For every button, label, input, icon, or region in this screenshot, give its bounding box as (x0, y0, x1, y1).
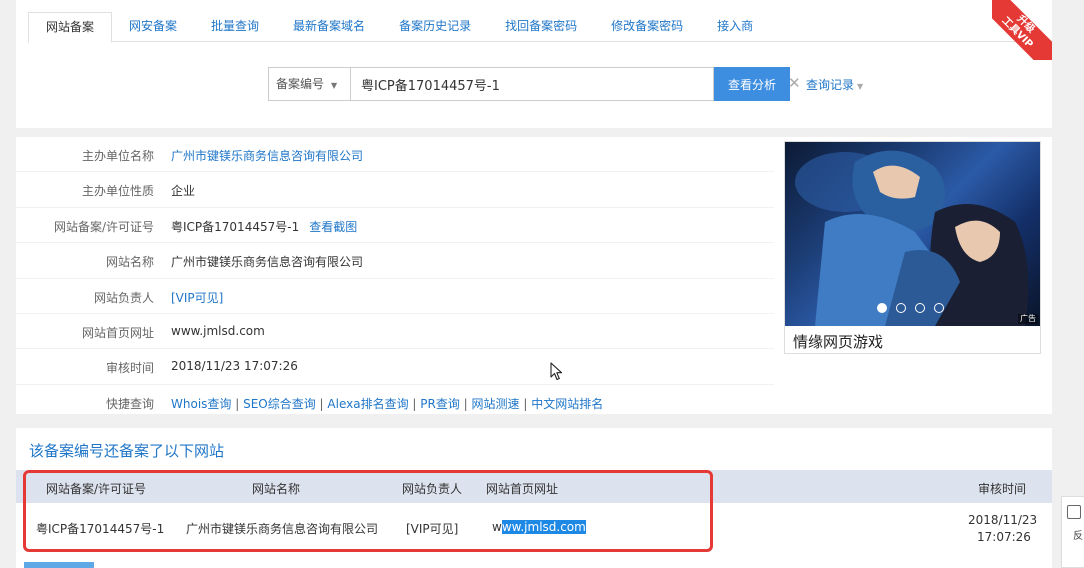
vip-line2: 工具VIP (999, 15, 1035, 51)
info-row: 主办单位性质 企业 (16, 172, 774, 208)
info-label: 网站备案/许可证号 (53, 219, 154, 234)
row-date: 2018/11/23 (968, 513, 1038, 527)
clear-icon[interactable]: ✕ (788, 75, 801, 91)
tab-security-record[interactable]: 网安备案 (112, 12, 194, 42)
vip-upgrade-corner[interactable]: 升级 工具VIP (992, 0, 1052, 60)
seo-link[interactable]: SEO综合查询 (243, 397, 316, 411)
tab-access-provider[interactable]: 接入商 (700, 12, 770, 42)
search-type-value: 备案编号 (276, 77, 325, 91)
info-row: 审核时间 2018/11/23 17:07:26 (16, 349, 774, 385)
info-value-url: www.jmlsd.com (171, 323, 265, 338)
section-divider (16, 128, 1052, 137)
ad-tag: 广告 (1018, 314, 1038, 324)
search-bar: 备案编号▼ ✕ 查看分析 查询记录▼ (268, 67, 863, 101)
info-label: 网站负责人 (93, 290, 154, 305)
carousel-dot[interactable] (877, 303, 887, 313)
info-row: 网站首页网址 www.jmlsd.com (16, 314, 774, 350)
ad-image[interactable]: 广告 (785, 142, 1040, 326)
info-row: 网站名称 广州市键镁乐商务信息咨询有限公司 (16, 243, 774, 279)
related-sites-title: 该备案编号还备案了以下网站 (29, 442, 225, 460)
search-input[interactable] (350, 67, 714, 101)
info-label: 审核时间 (105, 361, 154, 376)
tab-bar: 网站备案 网安备案 批量查询 最新备案域名 备案历史记录 找回备案密码 修改备案… (28, 12, 1040, 43)
pagination-button[interactable] (24, 562, 94, 568)
speed-test-link[interactable]: 网站测速 (472, 397, 520, 411)
license-number: 粤ICP备17014457号-1 (171, 219, 300, 234)
search-type-select[interactable]: 备案编号 ▼ (268, 67, 350, 101)
organizer-name-link[interactable]: 广州市键镁乐商务信息咨询有限公司 (171, 147, 363, 164)
tab-recover-password[interactable]: 找回备案密码 (488, 12, 594, 42)
info-label: 主办单位性质 (81, 184, 154, 199)
info-label: 网站首页网址 (81, 325, 154, 340)
quick-query-links: Whois查询 | SEO综合查询 | Alexa排名查询 | PR查询 | 网… (171, 396, 604, 411)
carousel-dot[interactable] (934, 303, 944, 313)
alexa-link[interactable]: Alexa排名查询 (327, 397, 408, 411)
query-history-link[interactable]: 查询记录 ▼ (806, 76, 863, 93)
tab-latest-domains[interactable]: 最新备案域名 (276, 12, 382, 42)
search-submit-button[interactable]: 查看分析 (714, 67, 790, 101)
info-value: 企业 (171, 184, 196, 199)
info-label: 快捷查询 (105, 396, 154, 411)
row-time: 17:07:26 (977, 530, 1031, 544)
tab-batch-query[interactable]: 批量查询 (194, 12, 276, 42)
ad-banner[interactable]: 广告 情缘网页游戏 (784, 141, 1041, 354)
cn-rank-link[interactable]: 中文网站排名 (531, 397, 603, 411)
mouse-cursor-icon (550, 362, 563, 381)
query-history-label: 查询记录 (806, 77, 855, 92)
info-label: 网站名称 (105, 255, 154, 270)
info-row: 网站备案/许可证号 粤ICP备17014457号-1 查看截图 (16, 208, 774, 244)
chevron-down-icon: ▼ (331, 81, 338, 90)
info-value: 广州市键镁乐商务信息咨询有限公司 (171, 255, 364, 270)
vip-visible-link[interactable]: [VIP可见] (171, 289, 223, 306)
whois-link[interactable]: Whois查询 (171, 397, 231, 411)
ad-caption[interactable]: 情缘网页游戏 (793, 331, 883, 352)
tab-record-history[interactable]: 备案历史记录 (382, 12, 488, 42)
info-row: 网站负责人 [VIP可见] (16, 279, 774, 314)
feedback-icon (1067, 505, 1081, 519)
info-label: 主办单位名称 (81, 149, 154, 163)
info-value-license: 粤ICP备17014457号-1 查看截图 (171, 218, 357, 235)
caret-down-icon: ▼ (857, 81, 864, 91)
section-divider (16, 414, 1052, 428)
pr-link[interactable]: PR查询 (420, 397, 460, 411)
info-value-time: 2018/11/23 17:07:26 (171, 359, 298, 374)
carousel-dots (877, 303, 944, 313)
feedback-label: 反 (1073, 531, 1083, 542)
annotation-highlight-box (23, 470, 713, 552)
tab-change-password[interactable]: 修改备案密码 (594, 12, 700, 42)
ad-artwork (795, 150, 1029, 326)
column-header: 审核时间 (978, 482, 1027, 496)
info-row: 主办单位名称 广州市键镁乐商务信息咨询有限公司 (16, 137, 774, 173)
tab-website-record[interactable]: 网站备案 (28, 12, 113, 43)
record-info-table: 主办单位名称 广州市键镁乐商务信息咨询有限公司 主办单位性质 企业 网站备案/许… (16, 137, 774, 420)
main-panel: 网站备案 网安备案 批量查询 最新备案域名 备案历史记录 找回备案密码 修改备案… (16, 0, 1052, 568)
carousel-dot[interactable] (915, 303, 925, 313)
feedback-side-tab[interactable]: 反 (1061, 496, 1084, 568)
carousel-dot[interactable] (896, 303, 906, 313)
view-screenshot-link[interactable]: 查看截图 (309, 220, 357, 234)
